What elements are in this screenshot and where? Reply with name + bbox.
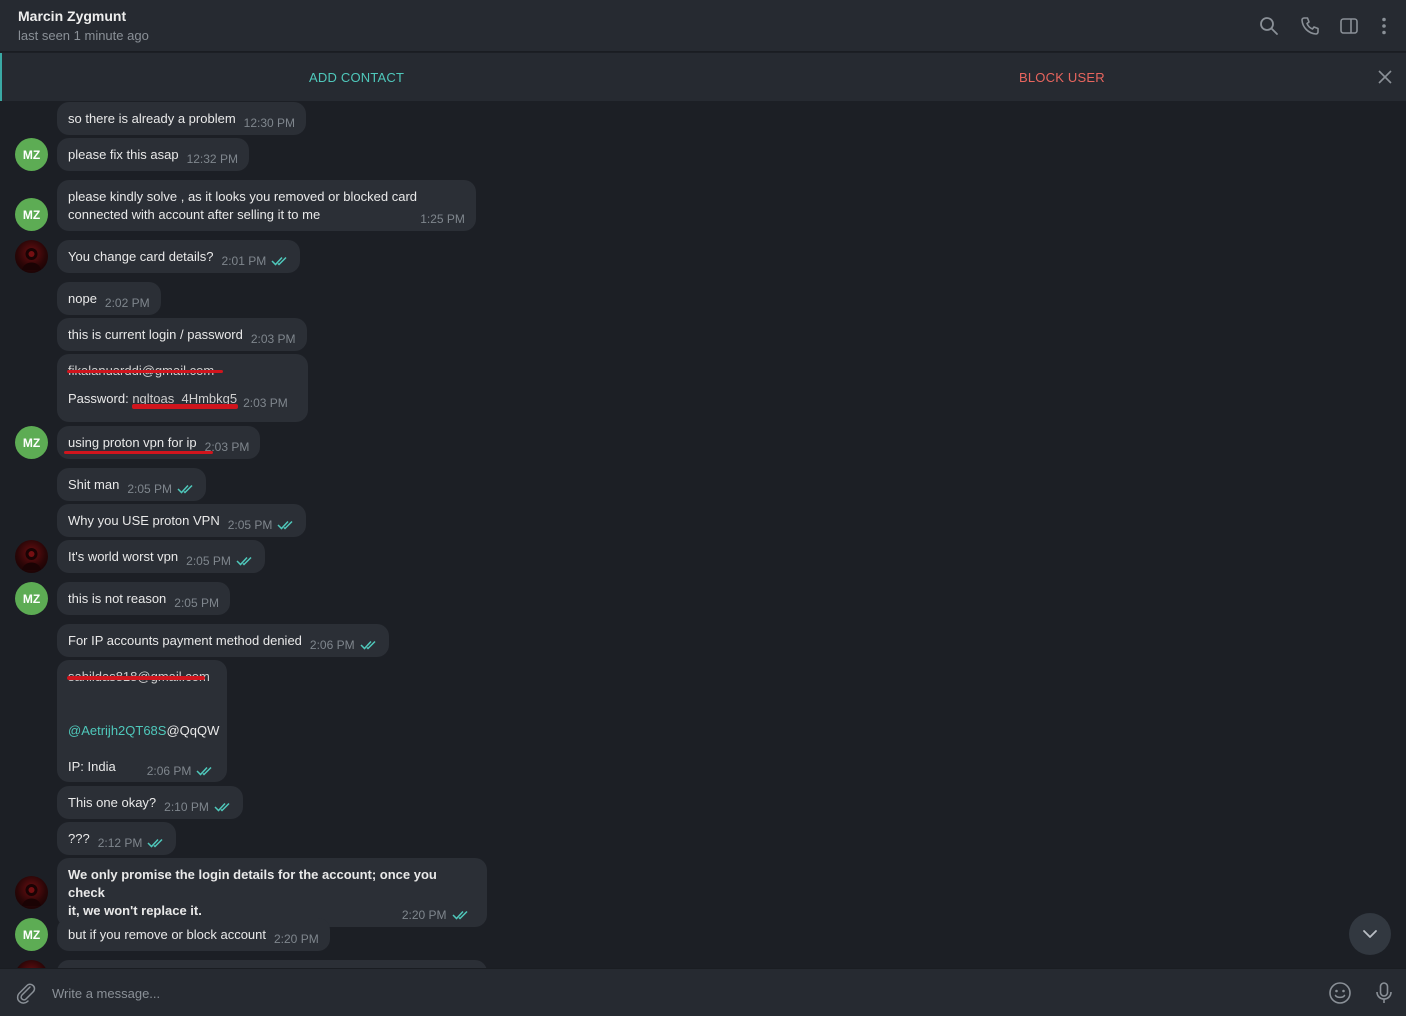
block-user-button[interactable]: BLOCK USER bbox=[1019, 70, 1105, 85]
message-outgoing[interactable]: You change card details? 2:01 PM bbox=[57, 240, 301, 273]
message-incoming[interactable]: using proton vpn for ip 2:03 PM bbox=[57, 426, 261, 459]
message-incoming[interactable]: but if you remove or block account 2:20 P… bbox=[57, 918, 330, 951]
redaction-mark bbox=[67, 370, 223, 373]
mention-link[interactable]: @Aetrijh2QT68S bbox=[68, 723, 166, 738]
message-time: 12:30 PM bbox=[243, 116, 296, 130]
avatar[interactable] bbox=[15, 540, 48, 573]
message-text: For IP accounts payment method denied bbox=[68, 633, 302, 648]
redaction-mark bbox=[67, 676, 205, 680]
message-time: 2:06 PM bbox=[309, 638, 355, 652]
avatar[interactable]: MZ bbox=[15, 426, 48, 459]
message-time: 2:05 PM bbox=[174, 596, 219, 610]
double-check-icon bbox=[236, 556, 252, 566]
message-text: this is current login / password bbox=[68, 327, 243, 342]
message-incoming[interactable]: this is current login / password 2:03 PM bbox=[57, 318, 307, 351]
message-text: It's world worst vpn bbox=[68, 549, 179, 564]
message-text: @QqQW bbox=[166, 723, 220, 738]
avatar[interactable]: MZ bbox=[15, 582, 48, 615]
message-text: You change card details? bbox=[68, 249, 214, 264]
message-time: 12:32 PM bbox=[186, 152, 238, 166]
message-list[interactable]: so there is already a problem 12:30 PM MZ… bbox=[0, 101, 1406, 968]
message-time: 2:05 PM bbox=[227, 518, 273, 532]
message-outgoing[interactable]: For IP accounts payment method denied 2:0… bbox=[57, 624, 389, 657]
sidebar-toggle-icon[interactable] bbox=[1337, 14, 1361, 38]
add-contact-button[interactable]: ADD CONTACT bbox=[309, 70, 404, 85]
double-check-icon bbox=[196, 766, 212, 776]
avatar[interactable] bbox=[15, 876, 48, 909]
message-text: but if you remove or block account bbox=[68, 927, 266, 942]
avatar[interactable] bbox=[15, 240, 48, 273]
message-text: IP: India bbox=[68, 759, 116, 774]
message-text: using proton vpn for ip bbox=[68, 435, 197, 450]
message-time: 2:06 PM bbox=[146, 764, 192, 778]
message-time: 1:25 PM bbox=[420, 212, 465, 226]
message-input[interactable] bbox=[52, 981, 1292, 1005]
message-incoming[interactable]: so there is already a problem 12:30 PM bbox=[57, 102, 307, 135]
message-time: 2:20 PM bbox=[401, 908, 447, 922]
message-text: so there is already a problem bbox=[68, 111, 236, 126]
message-outgoing[interactable]: It's world worst vpn 2:05 PM bbox=[57, 540, 265, 573]
double-check-icon bbox=[147, 838, 163, 848]
phone-icon[interactable] bbox=[1298, 14, 1322, 38]
message-time: 2:03 PM bbox=[243, 396, 288, 410]
message-text: ??? bbox=[68, 831, 90, 846]
message-time: 2:10 PM bbox=[164, 800, 209, 814]
message-incoming[interactable]: this is not reason 2:05 PM bbox=[57, 582, 230, 615]
attach-icon[interactable] bbox=[14, 981, 38, 1005]
search-icon[interactable] bbox=[1257, 14, 1281, 38]
double-check-icon bbox=[452, 910, 468, 920]
message-outgoing[interactable]: Why you USE proton VPN 2:05 PM bbox=[57, 504, 307, 537]
chevron-down-icon bbox=[1363, 930, 1377, 938]
message-time: 2:12 PM bbox=[97, 836, 143, 850]
message-time: 2:02 PM bbox=[104, 296, 150, 310]
message-time: 2:03 PM bbox=[250, 332, 296, 346]
avatar[interactable]: MZ bbox=[15, 918, 48, 951]
message-text: Password: bbox=[68, 391, 133, 406]
avatar[interactable] bbox=[15, 960, 48, 968]
double-check-icon bbox=[277, 520, 293, 530]
message-text: this is not reason bbox=[68, 591, 167, 606]
message-text: Why you USE proton VPN bbox=[68, 513, 220, 528]
message-incoming-credentials[interactable]: fikalanuarddi@gmail.com Password: ngltoa… bbox=[57, 354, 308, 422]
message-time: 2:05 PM bbox=[186, 554, 231, 568]
message-text: nope bbox=[68, 291, 97, 306]
double-check-icon bbox=[177, 484, 193, 494]
double-check-icon bbox=[271, 256, 287, 266]
message-outgoing[interactable]: ??? 2:12 PM bbox=[57, 822, 177, 855]
message-incoming[interactable]: please kindly solve , as it looks you re… bbox=[57, 180, 476, 231]
message-time: 2:05 PM bbox=[127, 482, 173, 496]
contact-status: last seen 1 minute ago bbox=[18, 28, 149, 43]
message-time: 2:20 PM bbox=[274, 932, 319, 946]
message-time: 2:01 PM bbox=[221, 254, 267, 268]
contact-action-bar: ADD CONTACT BLOCK USER bbox=[0, 53, 1406, 101]
message-text: please fix this asap bbox=[68, 147, 179, 162]
message-text: Shit man bbox=[68, 477, 120, 492]
message-text: please kindly solve , as it looks you re… bbox=[68, 189, 418, 204]
message-text: We only promise the login details for th… bbox=[68, 867, 437, 900]
double-check-icon bbox=[214, 802, 230, 812]
microphone-icon[interactable] bbox=[1372, 981, 1396, 1005]
scroll-to-bottom-button[interactable] bbox=[1349, 913, 1391, 955]
contact-name[interactable]: Marcin Zygmunt bbox=[18, 8, 126, 24]
chat-header: Marcin Zygmunt last seen 1 minute ago bbox=[0, 0, 1406, 52]
message-outgoing[interactable]: This one okay? 2:10 PM bbox=[57, 786, 243, 819]
message-composer bbox=[0, 968, 1406, 1016]
message-outgoing-partial[interactable] bbox=[57, 960, 487, 968]
message-outgoing[interactable]: Shit man 2:05 PM bbox=[57, 468, 207, 501]
avatar[interactable]: MZ bbox=[15, 138, 48, 171]
message-outgoing[interactable]: We only promise the login details for th… bbox=[57, 858, 487, 927]
message-text: it, we won't replace it. bbox=[68, 903, 202, 918]
message-text: connected with account after selling it … bbox=[68, 207, 321, 222]
redaction-mark bbox=[132, 404, 238, 409]
double-check-icon bbox=[360, 640, 376, 650]
message-incoming[interactable]: nope 2:02 PM bbox=[57, 282, 161, 315]
underline-mark bbox=[64, 451, 213, 454]
message-text: This one okay? bbox=[68, 795, 157, 810]
emoji-icon[interactable] bbox=[1328, 981, 1352, 1005]
avatar[interactable]: MZ bbox=[15, 198, 48, 231]
message-incoming[interactable]: please fix this asap 12:32 PM bbox=[57, 138, 249, 171]
close-icon[interactable] bbox=[1375, 67, 1395, 87]
more-options-icon[interactable] bbox=[1372, 14, 1396, 38]
